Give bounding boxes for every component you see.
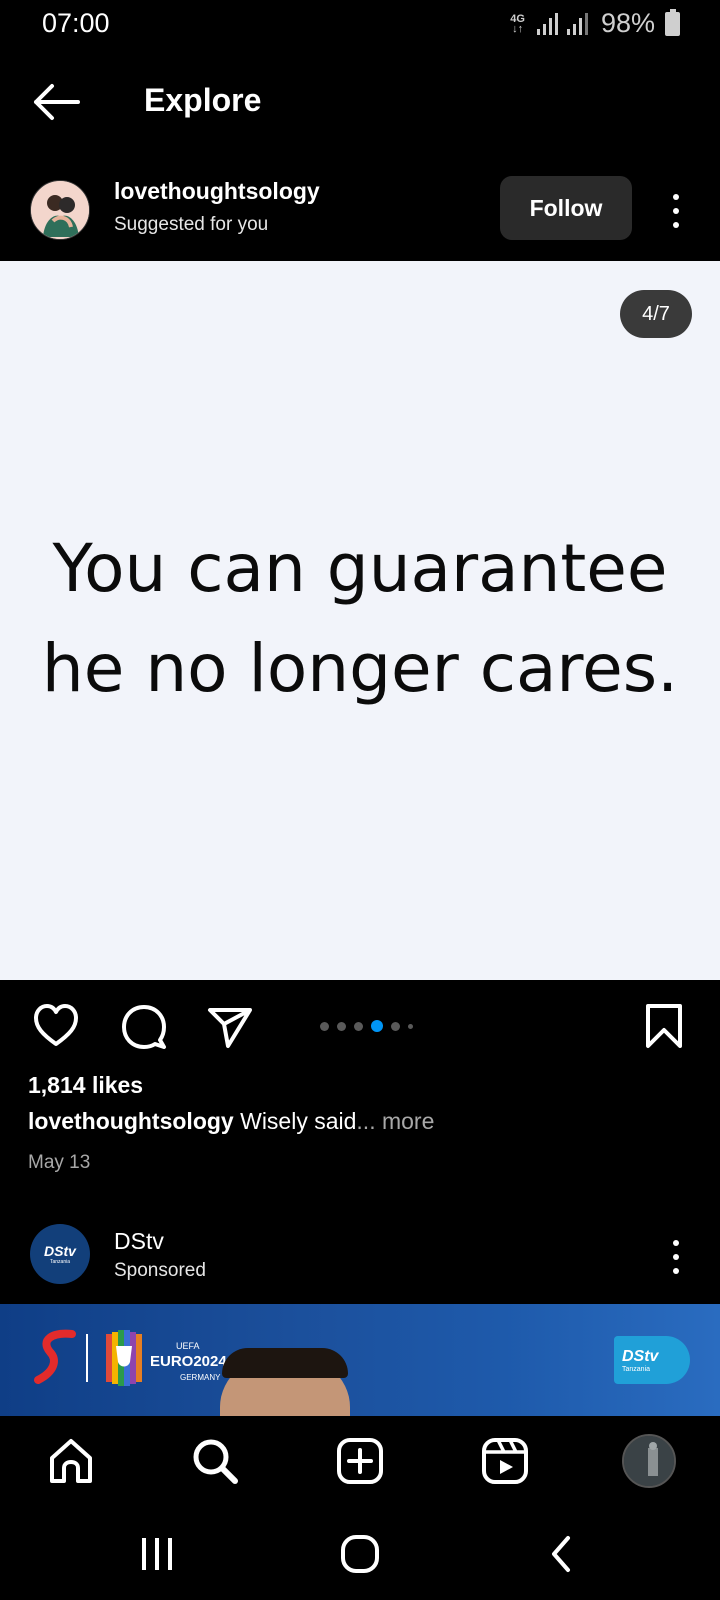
heart-icon xyxy=(34,1004,78,1046)
quote-line-1: You can guarantee xyxy=(52,530,668,607)
euro2024-title: EURO2024 xyxy=(150,1353,227,1370)
dstv-avatar[interactable]: DStv Tanzania xyxy=(30,1224,90,1284)
sponsor-options-icon[interactable] xyxy=(672,1240,680,1274)
create-icon xyxy=(337,1438,383,1484)
back-arrow-icon xyxy=(34,84,80,120)
ad-banner-image[interactable]: UEFA EURO2024 GERMANY DStv Tanzania xyxy=(0,1304,720,1416)
bottom-nav-bar xyxy=(0,1416,720,1506)
recent-apps-button[interactable] xyxy=(136,1532,180,1576)
like-count[interactable]: 1,814 likes xyxy=(28,1072,143,1099)
follow-button[interactable]: Follow xyxy=(500,176,632,240)
euro2024-trophy-icon xyxy=(106,1330,142,1386)
page-title: Explore xyxy=(144,82,262,118)
send-icon xyxy=(208,1008,252,1048)
signal-icon xyxy=(536,12,588,35)
nav-reels[interactable] xyxy=(480,1436,530,1486)
chevron-left-icon xyxy=(552,1536,570,1572)
uefa-label: UEFA xyxy=(176,1341,200,1351)
sponsored-post-header: DStv Tanzania DStv Sponsored xyxy=(0,1222,720,1302)
banner-divider xyxy=(86,1334,88,1382)
search-icon xyxy=(193,1439,238,1484)
dstv-badge-region: Tanzania xyxy=(622,1365,651,1373)
save-button[interactable] xyxy=(640,1002,688,1050)
carousel-dot xyxy=(408,1023,413,1029)
home-system-button[interactable] xyxy=(338,1532,382,1576)
system-navigation-bar xyxy=(0,1510,720,1600)
carousel-dot xyxy=(391,1021,400,1031)
post-date: May 13 xyxy=(28,1152,91,1173)
carousel-dot xyxy=(337,1021,346,1031)
dstv-region: Tanzania xyxy=(49,1259,70,1265)
post-carousel-image[interactable]: 4/7 You can guarantee he no longer cares… xyxy=(0,261,720,980)
post-caption[interactable]: lovethoughtsology Wisely said... more xyxy=(28,1108,434,1135)
carousel-dot xyxy=(354,1021,363,1031)
comment-icon xyxy=(122,1005,166,1049)
status-icons: 4G ↓↑ 98% xyxy=(510,8,680,39)
nav-home[interactable] xyxy=(46,1436,96,1486)
battery-percent: 98% xyxy=(600,8,655,38)
nav-search[interactable] xyxy=(190,1436,240,1486)
home-icon xyxy=(50,1439,92,1483)
post-header: lovethoughtsology Suggested for you Foll… xyxy=(0,170,720,250)
suggested-label: Suggested for you xyxy=(114,214,269,235)
status-time: 07:00 xyxy=(42,8,110,38)
post-author-username[interactable]: lovethoughtsology xyxy=(114,178,320,205)
carousel-page-badge: 4/7 xyxy=(620,290,692,338)
quote-text: You can guarantee he no longer cares. xyxy=(0,519,720,719)
dstv-logo: DStv xyxy=(44,1243,76,1259)
back-system-button[interactable] xyxy=(540,1532,584,1576)
reels-icon xyxy=(482,1438,528,1484)
sponsored-label: Sponsored xyxy=(114,1260,206,1281)
battery-icon xyxy=(665,8,680,36)
profile-avatar-icon xyxy=(624,1436,674,1486)
nav-profile-avatar[interactable] xyxy=(622,1434,676,1488)
status-bar: 07:00 4G ↓↑ 98% xyxy=(0,0,720,48)
share-button[interactable] xyxy=(206,1002,254,1050)
back-button[interactable] xyxy=(30,80,82,124)
caption-username[interactable]: lovethoughtsology xyxy=(28,1108,234,1134)
carousel-dot-active xyxy=(371,1020,383,1032)
germany-label: GERMANY xyxy=(180,1373,221,1382)
couple-illustration-icon xyxy=(31,181,89,239)
quote-line-2: he no longer cares. xyxy=(41,630,679,707)
euro2024-text: UEFA EURO2024 GERMANY xyxy=(150,1338,227,1386)
carousel-dot xyxy=(320,1021,329,1031)
caption-more-link[interactable]: ... more xyxy=(356,1108,434,1134)
dstv-badge-logo: DStv xyxy=(622,1347,659,1365)
recent-apps-icon xyxy=(142,1538,172,1570)
comment-button[interactable] xyxy=(120,1002,168,1050)
like-button[interactable] xyxy=(32,1002,80,1050)
network-type: 4G ↓↑ xyxy=(510,12,525,35)
carousel-indicator xyxy=(320,1020,413,1032)
caption-text: Wisely said xyxy=(233,1108,357,1134)
post-actions xyxy=(0,996,720,1056)
dstv-badge: DStv Tanzania xyxy=(614,1336,690,1384)
player-hair xyxy=(222,1348,348,1378)
top-app-bar: Explore xyxy=(0,64,720,140)
nav-create[interactable] xyxy=(335,1436,385,1486)
bookmark-icon xyxy=(646,1004,682,1048)
supersport-logo-icon xyxy=(34,1329,76,1384)
post-options-icon[interactable] xyxy=(672,194,680,228)
sponsor-name[interactable]: DStv xyxy=(114,1228,164,1255)
home-circle-icon xyxy=(341,1535,379,1573)
post-author-avatar[interactable] xyxy=(30,180,90,240)
